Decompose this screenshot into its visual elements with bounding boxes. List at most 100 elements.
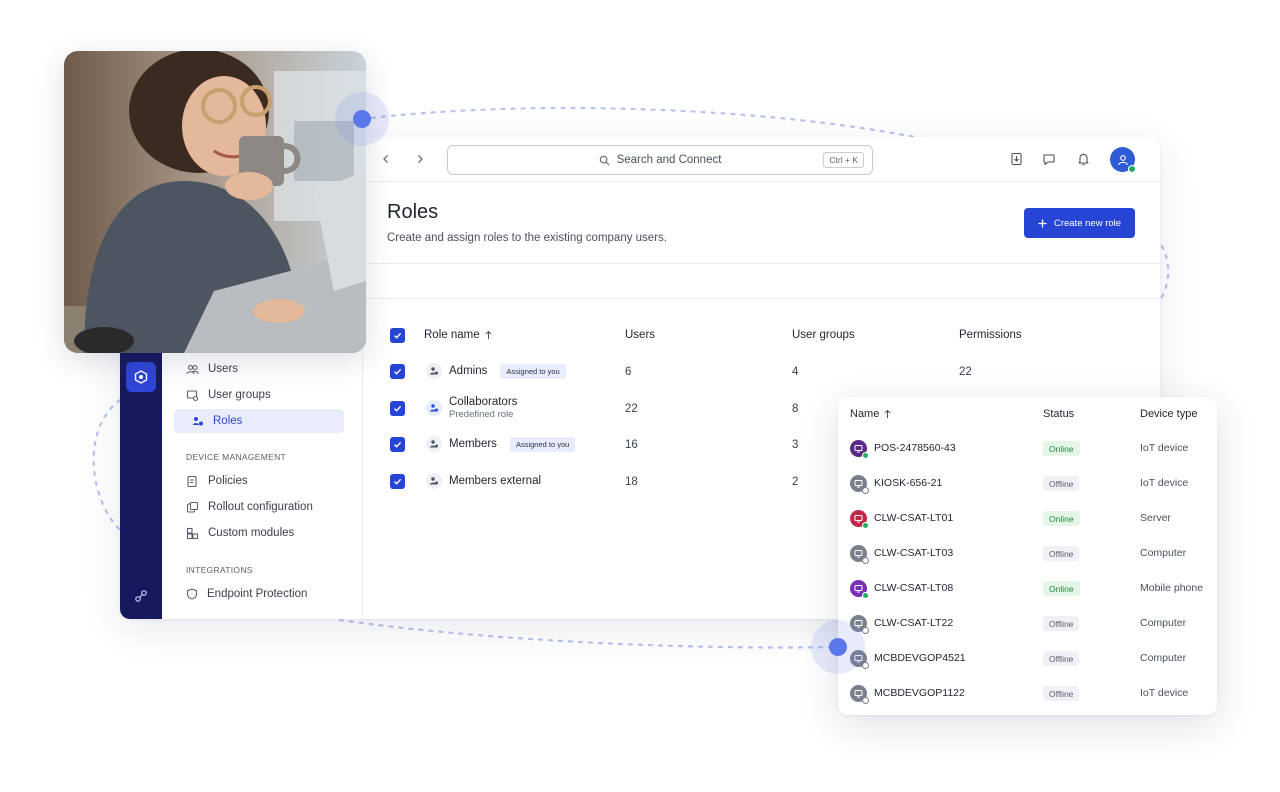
roles-icon (193, 417, 203, 426)
role-cell: Members external (426, 473, 541, 489)
device-row[interactable]: POS-2478560-43 Online IoT device (838, 431, 1217, 466)
sidebar-item-label: User groups (208, 389, 271, 401)
search-placeholder: Search and Connect (616, 154, 722, 166)
toolbar-strip (366, 265, 1160, 299)
page-subtitle: Create and assign roles to the existing … (387, 232, 667, 244)
column-header-device-type[interactable]: Device type (1140, 408, 1197, 420)
sidebar-item-label: Custom modules (208, 527, 295, 539)
sidebar-item-user-groups[interactable]: User groups (174, 383, 344, 407)
top-bar: Search and Connect Ctrl + K (366, 137, 1160, 182)
column-header-role-name[interactable]: Role name (424, 329, 492, 341)
device-row[interactable]: KIOSK-656-21 Offline IoT device (838, 466, 1217, 501)
status-badge: Offline (1043, 616, 1080, 631)
device-row[interactable]: MCBDEVGOP4521 Offline Computer (838, 641, 1217, 676)
device-icon (850, 545, 869, 564)
forward-arrow-icon[interactable] (412, 151, 428, 167)
select-all-checkbox[interactable] (390, 328, 405, 343)
chat-icon[interactable] (1041, 151, 1057, 167)
search-icon (599, 155, 609, 165)
role-cell: Members Assigned to you (426, 436, 576, 452)
search-input[interactable]: Search and Connect Ctrl + K (447, 145, 873, 175)
device-name: KIOSK-656-21 (874, 477, 943, 489)
device-icon (850, 475, 869, 494)
section-device-management: DEVICE MANAGEMENT (186, 452, 287, 462)
sidebar-item-policies[interactable]: Policies (174, 469, 344, 493)
device-row[interactable]: CLW-CSAT-LT01 Online Server (838, 501, 1217, 536)
users-count: 18 (625, 476, 638, 488)
device-row[interactable]: CLW-CSAT-LT22 Offline Computer (838, 606, 1217, 641)
status-badge: Offline (1043, 686, 1080, 701)
status-dot (862, 697, 869, 704)
row-checkbox[interactable] (390, 401, 405, 416)
device-name: CLW-CSAT-LT22 (874, 617, 954, 629)
name-header-label: Name (850, 408, 880, 420)
device-icon (850, 440, 869, 459)
device-type: IoT device (1140, 442, 1189, 454)
shortcut-hint: Ctrl + K (823, 152, 864, 168)
status-badge: Offline (1043, 546, 1080, 561)
check-icon (394, 405, 402, 412)
status-badge: Online (1043, 441, 1080, 456)
create-button-label: Create new role (1053, 217, 1122, 229)
device-row[interactable]: CLW-CSAT-LT03 Offline Computer (838, 536, 1217, 571)
status-badge: Online (1043, 511, 1080, 526)
status-dot (862, 592, 869, 599)
sidebar-item-label: Endpoint Protection (207, 588, 308, 600)
users-count: 22 (625, 403, 638, 415)
device-name: CLW-CSAT-LT03 (874, 547, 954, 559)
check-icon (394, 478, 402, 485)
sidebar-item-users[interactable]: Users (174, 357, 344, 381)
column-header-status[interactable]: Status (1043, 408, 1074, 420)
row-checkbox[interactable] (390, 364, 405, 379)
device-name: CLW-CSAT-LT01 (874, 512, 954, 524)
avatar[interactable] (1110, 147, 1136, 173)
sidebar-item-endpoint-protection[interactable]: Endpoint Protection (174, 582, 344, 606)
device-list-card: Name Status Device type POS-2478560-43 On… (838, 397, 1217, 715)
role-icon (426, 436, 442, 452)
create-new-role-button[interactable]: Create new role (1024, 208, 1135, 238)
sidebar-item-roles[interactable]: Roles (174, 409, 344, 433)
sidebar-item-label: Rollout configuration (208, 501, 313, 513)
column-header-permissions[interactable]: Permissions (959, 329, 1022, 341)
role-name: Members (449, 438, 497, 450)
check-icon (394, 441, 402, 448)
role-name: Collaborators (449, 396, 518, 408)
assigned-badge: Assigned to you (509, 436, 576, 452)
sort-ascending-icon (884, 409, 891, 418)
role-icon (426, 473, 442, 489)
download-icon[interactable] (1008, 151, 1024, 167)
device-row[interactable]: CLW-CSAT-LT08 Online Mobile phone (838, 571, 1217, 606)
role-icon (426, 363, 442, 379)
device-type: IoT device (1140, 477, 1189, 489)
sidebar-item-rollout-configuration[interactable]: Rollout configuration (174, 495, 344, 519)
integrations-icon[interactable] (131, 586, 151, 606)
back-arrow-icon[interactable] (378, 151, 394, 167)
plus-icon (1038, 219, 1047, 227)
role-name: Admins (449, 365, 488, 377)
status-dot (862, 557, 869, 564)
column-header-user-groups[interactable]: User groups (792, 329, 855, 341)
status-badge: Offline (1043, 651, 1080, 666)
users-count: 16 (625, 439, 638, 451)
role-icon (426, 400, 442, 416)
sidebar-item-label: Users (208, 363, 239, 375)
bell-icon[interactable] (1075, 151, 1091, 167)
status-dot (862, 522, 869, 529)
device-type: Computer (1140, 617, 1187, 629)
device-type: IoT device (1140, 687, 1189, 699)
column-header-name[interactable]: Name (850, 408, 891, 420)
device-row[interactable]: MCBDEVGOP1122 Offline IoT device (838, 676, 1217, 711)
app-logo-icon[interactable] (126, 362, 156, 392)
check-icon (394, 368, 402, 375)
column-header-users[interactable]: Users (625, 329, 655, 341)
status-badge: Offline (1043, 476, 1080, 491)
role-cell: Collaborators Predefined role (426, 396, 517, 420)
device-icon (850, 580, 869, 599)
row-checkbox[interactable] (390, 437, 405, 452)
status-dot (862, 627, 869, 634)
sidebar-item-label: Roles (213, 415, 243, 427)
row-checkbox[interactable] (390, 474, 405, 489)
sidebar-item-custom-modules[interactable]: Custom modules (174, 521, 344, 545)
device-name: CLW-CSAT-LT08 (874, 582, 954, 594)
status-dot (862, 452, 869, 459)
